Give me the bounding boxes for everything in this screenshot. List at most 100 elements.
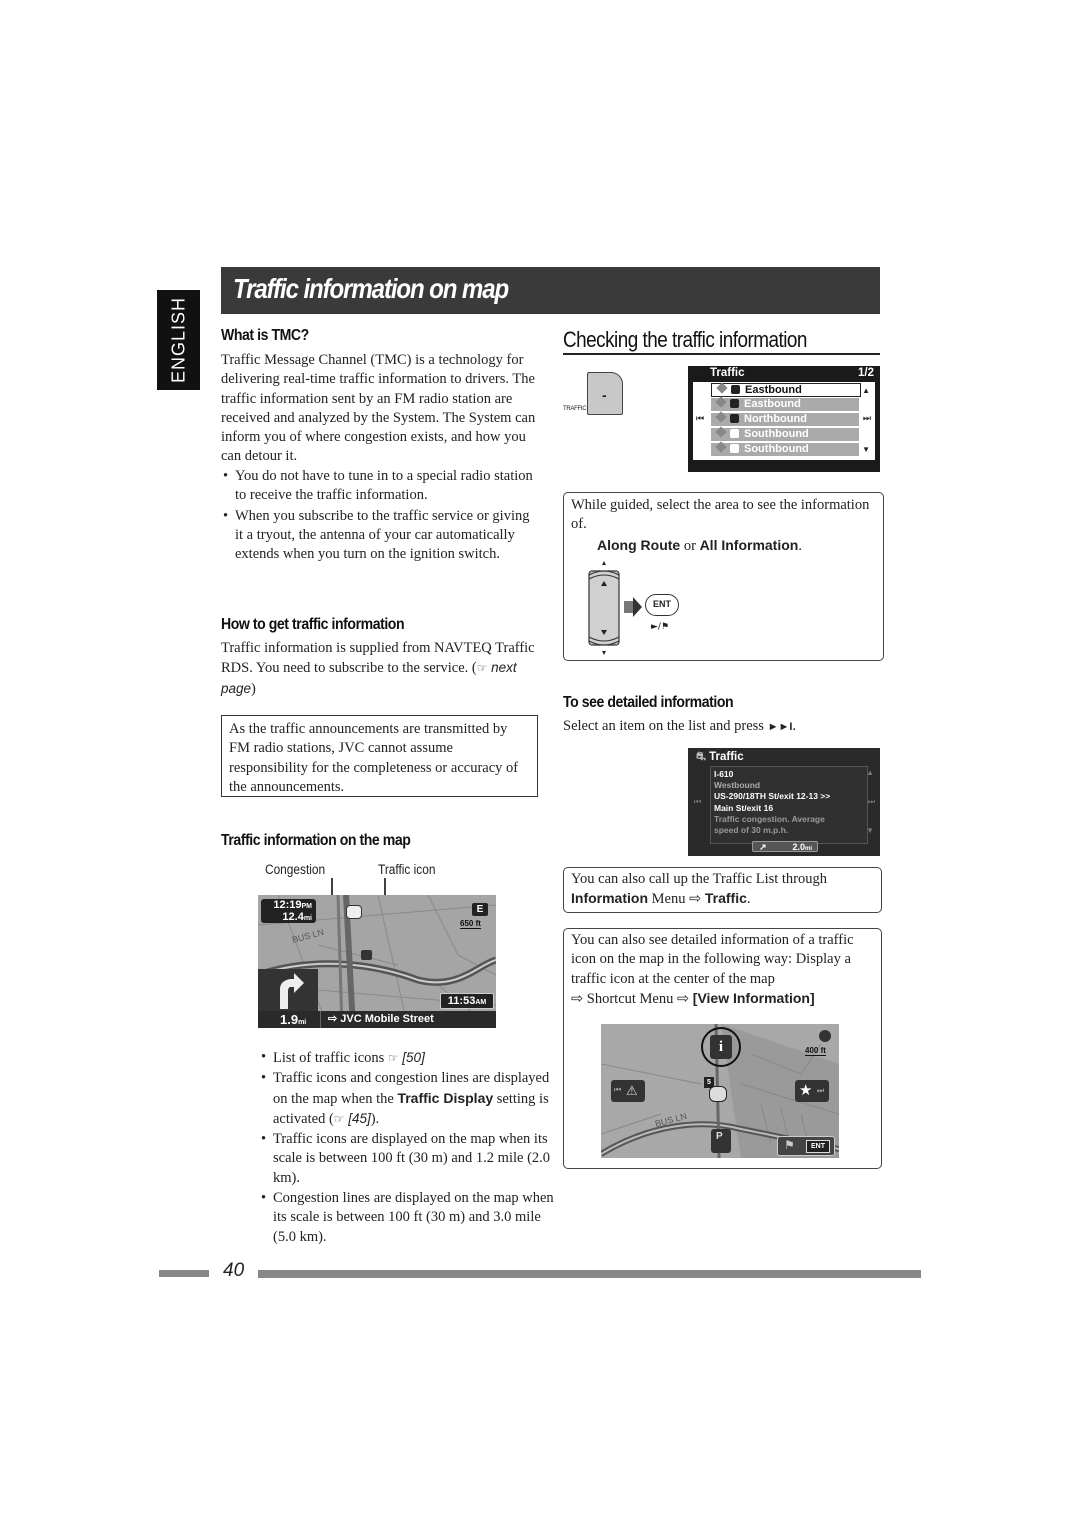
remaining-distance: 12.4 xyxy=(282,911,304,923)
detail-line: US-290/18TH St/exit 12-13 >> xyxy=(714,791,831,802)
compass-heading[interactable]: E xyxy=(472,903,488,916)
footer-bar-left xyxy=(159,1270,209,1277)
flag-icon: ⚑ xyxy=(784,1138,795,1152)
what-is-tmc-heading: What is TMC? xyxy=(221,327,309,344)
turn-distance: 1.9mi xyxy=(280,1011,306,1028)
notice-box: As the traffic announcements are transmi… xyxy=(221,715,538,797)
what-is-tmc-paragraph: Traffic Message Channel (TMC) is a techn… xyxy=(221,352,536,465)
traffic-icon: ⛐ xyxy=(696,751,710,763)
parking-button[interactable]: P xyxy=(711,1129,731,1153)
traffic-list-row[interactable]: Southbound xyxy=(711,441,859,456)
map-bullet-list: List of traffic icons ☞ [50] Traffic ico… xyxy=(259,1048,563,1248)
row-label: Southbound xyxy=(744,428,809,440)
notice-text: As the traffic announcements are transmi… xyxy=(229,721,519,795)
traffic-display-setting: Traffic Display xyxy=(397,1089,494,1106)
skip-forward-key-icon: ►►I xyxy=(767,721,793,733)
detail-line: speed of 30 m.p.h. xyxy=(714,825,789,836)
scroll-down-icon[interactable]: ▼ xyxy=(866,826,874,835)
row-label: Northbound xyxy=(744,413,807,425)
next-icon[interactable]: ⏭ xyxy=(863,413,871,424)
view-information-button[interactable]: i xyxy=(710,1035,732,1059)
period: . xyxy=(746,891,751,908)
traffic-list: ⏮ ⏭ ▲ ▼ Eastbound Eastbound Northbound S… xyxy=(693,382,875,460)
shortcut-menu-map[interactable]: BUS LN i 400 ft ⏮ ⚠ ★ ⏭ 5 P ⚑ ENT xyxy=(601,1024,839,1158)
next-street-name: JVC Mobile Street xyxy=(340,1013,434,1025)
row-label: Eastbound xyxy=(745,384,802,396)
detail-line: Traffic congestion. Average xyxy=(714,813,825,824)
ent-button[interactable]: ENT xyxy=(645,594,679,616)
map-scale: 400 ft xyxy=(805,1046,826,1056)
up-down-control-icon[interactable] xyxy=(584,559,624,659)
traffic-detail-screen: ⛐ Traffic I-610 Westbound US-290/18TH St… xyxy=(688,748,880,856)
button-glyph: - xyxy=(602,387,607,403)
all-information-option[interactable]: All Information xyxy=(700,537,799,553)
arrow-right-icon: ⇨ xyxy=(328,1013,341,1025)
detailed-text: Select an item on the list and press ►►I… xyxy=(563,717,880,737)
info-icon: i xyxy=(718,1039,724,1055)
traffic-incident-icon[interactable] xyxy=(709,1086,727,1102)
bullet-end: ). xyxy=(370,1110,380,1127)
turn-right-arrow-icon xyxy=(280,973,304,1009)
map-bullet: List of traffic icons ☞ [50] xyxy=(261,1048,563,1068)
along-route-option[interactable]: Along Route xyxy=(597,537,680,553)
page-number: 40 xyxy=(223,1260,245,1281)
traffic-icon[interactable] xyxy=(361,950,372,960)
detail-line: Westbound xyxy=(714,780,761,791)
traffic-menu-label: Traffic xyxy=(704,890,747,907)
guided-instruction-box: While guided, select the area to see the… xyxy=(563,492,884,661)
scroll-up-icon[interactable]: ▲ xyxy=(862,386,870,395)
reference-hand-icon: ☞ xyxy=(333,1111,345,1126)
traffic-hardware-button[interactable]: - xyxy=(587,372,623,415)
guidance-bar: 1.9mi ⇨ JVC Mobile Street xyxy=(258,1011,496,1028)
row-label: Southbound xyxy=(744,443,809,455)
traffic-list-row[interactable]: Northbound xyxy=(711,411,859,426)
guided-text: While guided, select the area to see the… xyxy=(571,497,870,533)
page-title: Traffic information on map xyxy=(233,273,509,304)
scroll-up-icon[interactable]: ▲ xyxy=(866,768,874,777)
row-label: Eastbound xyxy=(744,398,801,410)
eta-ampm: PM xyxy=(301,903,313,910)
favorite-button[interactable]: ★ ⏭ xyxy=(795,1080,829,1102)
next-icon[interactable]: ⏭ xyxy=(868,797,875,807)
reference-hand-icon: ☞ xyxy=(387,1051,399,1065)
traffic-list-row[interactable]: Eastbound xyxy=(711,382,861,397)
star-icon: ★ xyxy=(799,1083,813,1099)
view-information-label: [View Information] xyxy=(692,989,815,1006)
traffic-incident-icon[interactable] xyxy=(346,905,362,919)
detailed-instruction: Select an item on the list and press xyxy=(563,718,768,734)
ent-label: ENT xyxy=(806,1140,830,1153)
traffic-list-row[interactable]: Eastbound xyxy=(711,396,859,411)
traffic-list-row[interactable]: Southbound xyxy=(711,426,859,441)
route-shield-icon xyxy=(730,444,739,453)
shortcut-menu-text: Shortcut Menu xyxy=(583,990,677,1007)
previous-icon: ⏮ xyxy=(614,1085,622,1094)
avoid-traffic-button[interactable]: ⏮ ⚠ xyxy=(611,1080,645,1102)
screen-header: Traffic 1/2 xyxy=(688,366,880,382)
arrow-right-icon xyxy=(624,597,642,617)
detail-line: I-610 xyxy=(714,769,734,779)
tip-text: You can also call up the Traffic List th… xyxy=(571,871,828,887)
navigation-map[interactable]: BUS LN 12:19PM 12.4mi E 650 ft 11:53AM 1… xyxy=(258,895,496,1028)
page-ref-50[interactable]: [50] xyxy=(402,1050,425,1065)
language-label: ENGLISH xyxy=(168,296,188,384)
eta-time: 12:19 xyxy=(273,899,302,911)
how-to-get-paragraph: Traffic information is supplied from NAV… xyxy=(221,639,539,699)
footer-bar-right xyxy=(258,1270,921,1278)
previous-icon[interactable]: ⏮ xyxy=(696,413,704,424)
page-ref-45[interactable]: [45] xyxy=(348,1111,371,1126)
distance-unit: mi xyxy=(804,846,812,852)
checking-heading: Checking the traffic information xyxy=(563,327,807,352)
heading-rule xyxy=(563,353,880,355)
route-shield-icon xyxy=(731,385,740,394)
tip-text: You can also see detailed information of… xyxy=(571,932,854,987)
distance-value: 2.0 xyxy=(792,842,805,852)
tmc-bullet: You do not have to tune in to a special … xyxy=(223,467,539,506)
language-tab: ENGLISH xyxy=(157,290,200,390)
screen-title: Traffic xyxy=(710,367,745,379)
diamond-icon xyxy=(716,382,728,394)
ent-flag-button[interactable]: ⚑ ENT xyxy=(777,1136,835,1156)
scroll-down-icon[interactable]: ▼ xyxy=(862,445,870,454)
previous-icon[interactable]: ⏮ xyxy=(694,797,701,807)
compass-icon[interactable] xyxy=(819,1030,831,1042)
how-to-get-heading: How to get traffic information xyxy=(221,616,405,633)
